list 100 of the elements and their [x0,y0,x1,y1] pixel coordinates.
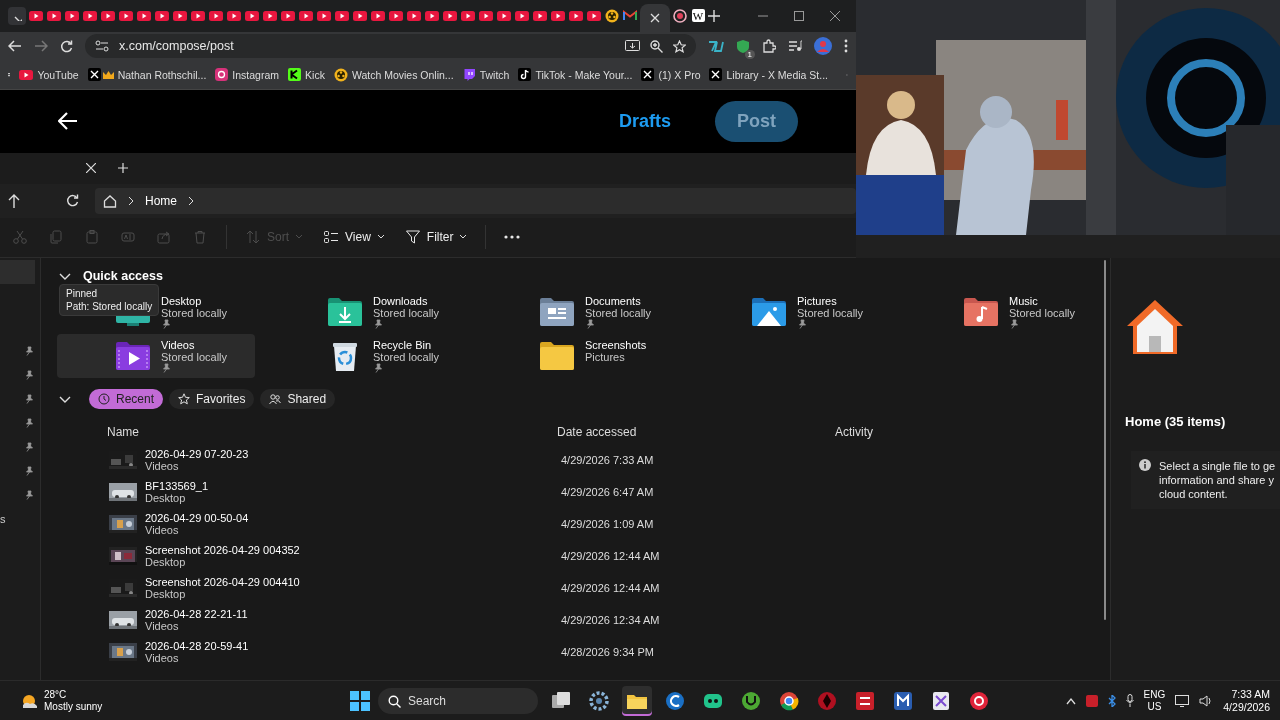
scissors-icon [12,229,28,246]
quick-access-item[interactable]: Recycle Bin Stored locally [269,334,467,378]
language-indicator[interactable]: ENG US [1143,688,1166,713]
video-play-icon [587,10,601,21]
caret-icon [459,234,468,241]
monitor-icon[interactable] [1175,694,1190,707]
folder-location: Stored locally [585,307,652,319]
filter-chip[interactable]: Favorites [169,389,255,409]
quick-access-item[interactable]: Documents Stored locally [481,290,679,334]
reload-icon[interactable] [60,39,73,53]
star-icon [178,393,191,405]
up-arrow-icon[interactable] [8,193,20,208]
bookmark[interactable]: Twitch [462,68,510,82]
film-reel-icon [333,67,348,82]
clock-icon [98,393,110,405]
toolbar-button[interactable]: Filter [396,223,476,252]
trash-icon [192,229,208,246]
bookmark[interactable]: Nathan Rothschil... [87,68,207,82]
video-play-icon [191,10,205,21]
column-header[interactable]: Name [107,425,557,439]
tab-search-button[interactable] [8,6,26,25]
bookmark[interactable]: YouTube [19,68,79,81]
video-play-icon [515,10,529,21]
close-icon [830,10,840,21]
browser-tab[interactable]: W [690,3,706,28]
bookmark[interactable]: Watch Movies Onlin... [333,67,454,82]
plus-icon [118,163,128,174]
video-play-icon [353,10,367,21]
quick-access-item[interactable]: Downloads Stored locally [269,290,467,334]
speaker-icon[interactable] [1199,694,1214,707]
puzzle-icon[interactable] [762,39,776,54]
home-icon[interactable] [103,193,117,208]
refresh-icon[interactable] [66,194,79,208]
breadcrumb-bar[interactable]: Home [95,187,856,214]
bookmark[interactable]: Library - X Media St... [709,68,829,82]
video-play-icon [569,10,583,21]
folder-location: Stored locally [373,351,440,363]
video-play-icon [155,10,169,21]
filter-chip[interactable]: Shared [260,389,336,409]
close-tab-button[interactable] [84,161,98,176]
drafts-link[interactable]: Drafts [612,109,677,133]
scrollbar[interactable] [1104,260,1106,620]
forward-icon[interactable] [34,40,48,53]
folder-name: Screenshots [585,339,647,351]
zoom-icon[interactable] [650,39,663,53]
file-location: Videos [145,524,180,536]
chat-bubble-icon [462,68,476,82]
file-name: 2026-04-29 07-20-23 [145,448,249,460]
menu-icon[interactable] [844,39,848,54]
info-text: Select a single file to ge information and share y cloud content. [1159,459,1276,501]
start-icon[interactable] [350,690,370,711]
bookmark[interactable]: TikTok - Make Your... [518,68,633,82]
url-text: x.com/compose/post [119,39,234,54]
tray-app-icon[interactable] [1085,694,1098,707]
bookmark[interactable]: (1) X Pro [641,68,701,82]
table-cell-text: 4/29/2026 1:09 AM [560,518,655,530]
new-tab-button[interactable] [116,161,130,176]
avatar-icon[interactable] [814,37,832,56]
filter-chip[interactable]: Recent [89,389,164,409]
media-control-icon[interactable] [788,40,802,53]
chevron-up-icon[interactable] [1065,696,1076,705]
chevron-right-icon [127,195,135,206]
music-note-icon [518,68,532,82]
column-header[interactable]: Date accessed [557,425,835,439]
bookmark[interactable]: Instagram [215,68,280,82]
column-header[interactable]: Activity [835,425,1035,439]
folder-name: Desktop [161,295,203,307]
star-icon[interactable] [673,39,686,53]
camera-icon [215,68,229,82]
video-play-icon [119,10,133,21]
breadcrumb-item[interactable]: Home [145,193,177,208]
video-play-icon [551,10,565,21]
quick-access-item[interactable]: Videos Stored locally [57,334,255,378]
back-icon[interactable] [8,40,22,53]
browser-tab[interactable] [640,3,670,32]
quick-access-item[interactable]: Pictures Stored locally [693,290,891,334]
clock[interactable]: 7:33 AM 4/29/2026 [1223,687,1270,714]
file-name: 2026-04-28 22-21-11 [145,608,248,620]
site-settings-icon[interactable] [95,40,109,53]
install-icon[interactable] [625,39,640,53]
search-field[interactable]: Search [378,687,538,714]
video-play-icon [497,10,511,21]
copy-icon [48,229,64,246]
shield-icon[interactable] [736,38,750,54]
folder-location: Stored locally [161,351,228,363]
toolbar-button[interactable]: View [315,223,393,252]
quick-access-item[interactable]: Music Stored locally [905,290,1100,334]
view-list-icon [323,229,339,246]
music-folder-icon [963,296,999,328]
video-play-icon [533,10,547,21]
new-tab-icon[interactable] [708,9,720,22]
x-logo-icon [709,68,723,82]
folder-location: Stored locally [373,307,440,319]
bluetooth-icon[interactable] [1107,694,1116,707]
table-cell-text: 4/29/2026 12:34 AM [560,614,661,626]
bookmark[interactable]: Kick [288,68,325,82]
address-bar[interactable]: x.com/compose/post [85,34,696,59]
translate-icon[interactable] [708,39,724,54]
quick-access-item[interactable]: Screenshots Pictures [481,334,679,378]
microphone-icon[interactable] [1125,694,1134,707]
